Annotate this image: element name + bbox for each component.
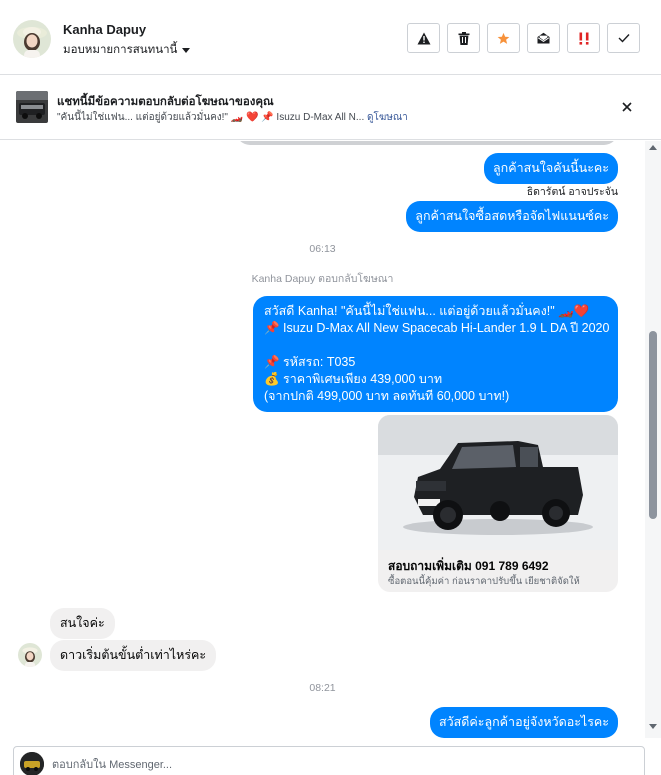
close-icon [622, 102, 632, 112]
ad-message-line: (จากปกติ 499,000 บาท ลดทันที 60,000 บาท!… [264, 389, 510, 403]
message-thread[interactable]: ลูกค้าสนใจคันนี้นะคะ ธิดารัตน์ อาจประจัน… [0, 141, 645, 738]
previous-image-attachment[interactable] [236, 141, 618, 145]
reply-input[interactable] [52, 755, 612, 775]
mark-done-button[interactable] [607, 23, 640, 53]
sender-name: ธิดารัตน์ อาจประจัน [526, 186, 618, 198]
incoming-message: สนใจค่ะ [50, 608, 115, 639]
message-composer [13, 746, 645, 775]
incoming-message: ดาวเริ่มต้นขั้นต่ำเท่าไหร่คะ [50, 640, 217, 671]
ad-message-line: สวัสดี Kanha! "คันนี้ไม่ใช่แฟน... แต่อยู… [264, 304, 590, 318]
scrollbar-thumb[interactable] [649, 331, 657, 519]
scroll-up-arrow-icon[interactable] [649, 145, 657, 150]
contact-avatar-small [18, 643, 42, 667]
star-icon [497, 32, 510, 44]
assign-conversation-dropdown[interactable]: มอบหมายการสนทนานี้ [63, 41, 191, 59]
outgoing-message: สวัสดีค่ะลูกค้าอยู่จังหวัดอะไรคะ [429, 707, 618, 738]
ad-card[interactable]: สอบถามเพิ่มเติม 091 789 6492 ซื้อตอนนี้ค… [378, 415, 618, 592]
banner-title: แชทนี้มีข้อความตอบกลับต่อโฆษณาของคุณ [57, 96, 274, 108]
spam-icon [579, 32, 588, 45]
view-ad-link[interactable]: ดูโฆษณา [367, 112, 408, 123]
trash-icon [458, 31, 469, 45]
header-actions [407, 23, 640, 53]
report-button[interactable] [407, 23, 440, 53]
ad-thumbnail [16, 91, 48, 123]
caret-down-icon [182, 48, 191, 53]
envelope-open-icon [537, 32, 550, 44]
ad-message-line: 📌 Isuzu D-Max All New Spacecab Hi-Lander… [264, 321, 610, 335]
contact-avatar[interactable] [13, 20, 51, 58]
outgoing-message: ลูกค้าสนใจซื้อสดหรือจัดไฟแนนซ์คะ [406, 201, 618, 232]
assign-label: มอบหมายการสนทนานี้ [63, 44, 178, 56]
thread-scrollbar[interactable] [645, 141, 661, 738]
banner-ad-text: "คันนี้ไม่ใช่แฟน... แต่อยู่ด้วยแล้วมั่นค… [57, 112, 365, 123]
mark-unread-button[interactable] [527, 23, 560, 53]
ad-message-line: 📌 รหัสรถ: T035 [264, 355, 356, 369]
conversation-header: Kanha Dapuy มอบหมายการสนทนานี้ [0, 0, 661, 75]
outgoing-message: ลูกค้าสนใจคันนี้นะคะ [484, 153, 618, 184]
close-banner-button[interactable] [619, 99, 635, 115]
ad-message-line: 💰 ราคาพิเศษเพียง 439,000 บาท [264, 372, 443, 386]
scroll-down-arrow-icon[interactable] [649, 724, 657, 729]
ad-reply-banner: แชทนี้มีข้อความตอบกลับต่อโฆษณาของคุณ "คั… [0, 76, 661, 140]
timestamp: 08:21 [309, 682, 336, 694]
page-avatar [20, 752, 44, 775]
delete-button[interactable] [447, 23, 480, 53]
ad-welcome-message: สวัสดี Kanha! "คันนี้ไม่ใช่แฟน... แต่อยู… [253, 296, 618, 412]
warning-icon [417, 32, 430, 44]
check-icon [618, 34, 630, 43]
mark-spam-button[interactable] [567, 23, 600, 53]
ad-reply-note: Kanha Dapuy ตอบกลับโฆษณา [251, 273, 394, 285]
star-button[interactable] [487, 23, 520, 53]
timestamp: 06:13 [309, 243, 336, 255]
contact-name[interactable]: Kanha Dapuy [63, 22, 146, 37]
truck-photo [378, 415, 618, 550]
banner-subtitle: "คันนี้ไม่ใช่แฟน... แต่อยู่ด้วยแล้วมั่นค… [57, 110, 408, 125]
ad-card-subtitle: ซื้อตอนนี้คุ้มค่า ก่อนราคาปรับขึ้น เยียช… [388, 576, 580, 587]
